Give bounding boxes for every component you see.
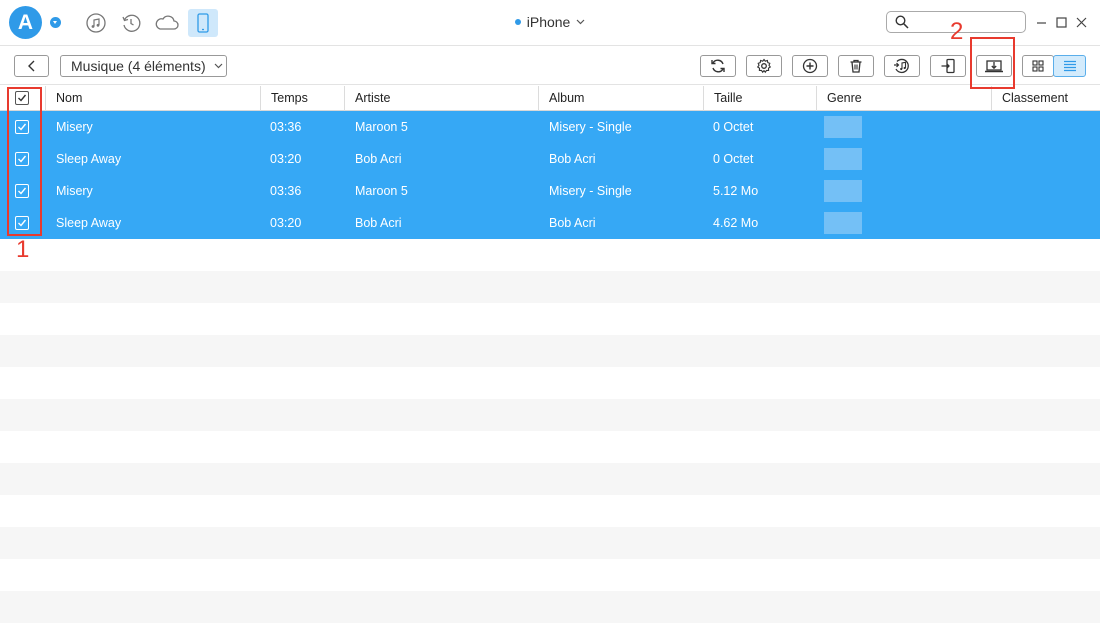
chevron-left-icon bbox=[27, 60, 34, 72]
cell-genre-redacted bbox=[824, 148, 862, 170]
empty-row bbox=[0, 463, 1100, 495]
empty-row bbox=[0, 399, 1100, 431]
category-dropdown[interactable]: Musique (4 éléments) bbox=[60, 55, 227, 77]
column-header-genre[interactable]: Genre bbox=[816, 86, 991, 111]
device-selector[interactable]: iPhone bbox=[514, 14, 585, 30]
minimize-icon[interactable] bbox=[1034, 14, 1048, 30]
column-header-album[interactable]: Album bbox=[538, 86, 703, 111]
table-header: Nom Temps Artiste Album Taille Genre Cla… bbox=[0, 86, 1100, 111]
cell-name: Misery bbox=[56, 184, 93, 198]
cell-genre-redacted bbox=[824, 212, 862, 234]
cell-genre-redacted bbox=[824, 180, 862, 202]
column-header-time[interactable]: Temps bbox=[260, 86, 344, 111]
back-button[interactable] bbox=[14, 55, 49, 77]
cell-album: Misery - Single bbox=[549, 184, 632, 198]
cell-size: 0 Octet bbox=[713, 120, 754, 134]
cell-time: 03:36 bbox=[270, 184, 302, 198]
toolbar: Musique (4 éléments) bbox=[0, 47, 1100, 85]
add-icon bbox=[802, 58, 818, 74]
table-row[interactable]: Misery 03:36 Maroon 5 Misery - Single 0 … bbox=[0, 111, 1100, 143]
app-menu-caret-icon[interactable] bbox=[50, 17, 61, 28]
app-logo[interactable]: A bbox=[9, 6, 42, 39]
grid-view-icon bbox=[1032, 60, 1044, 72]
cell-size: 0 Octet bbox=[713, 152, 754, 166]
annotation-label-2: 2 bbox=[950, 18, 964, 45]
empty-row bbox=[0, 495, 1100, 527]
empty-row bbox=[0, 559, 1100, 591]
empty-row bbox=[0, 335, 1100, 367]
cell-time: 03:36 bbox=[270, 120, 302, 134]
refresh-icon bbox=[711, 59, 725, 73]
history-icon[interactable] bbox=[116, 9, 146, 37]
table-row[interactable]: Sleep Away 03:20 Bob Acri Bob Acri 4.62 … bbox=[0, 207, 1100, 239]
cell-name: Sleep Away bbox=[56, 216, 122, 230]
chevron-down-icon bbox=[214, 63, 222, 69]
annotation-box-1 bbox=[7, 87, 42, 236]
refresh-button[interactable] bbox=[700, 55, 736, 77]
itunes-icon[interactable] bbox=[81, 9, 111, 37]
table-row[interactable]: Misery 03:36 Maroon 5 Misery - Single 5.… bbox=[0, 175, 1100, 207]
cell-name: Misery bbox=[56, 120, 93, 134]
column-header-size[interactable]: Taille bbox=[703, 86, 816, 111]
cell-name: Sleep Away bbox=[56, 152, 122, 166]
table-row[interactable]: Sleep Away 03:20 Bob Acri Bob Acri 0 Oct… bbox=[0, 143, 1100, 175]
column-header-artist[interactable]: Artiste bbox=[344, 86, 538, 111]
cell-time: 03:20 bbox=[270, 216, 302, 230]
app-logo-letter: A bbox=[17, 11, 34, 34]
settings-button[interactable] bbox=[746, 55, 782, 77]
empty-row bbox=[0, 239, 1100, 271]
device-status-dot bbox=[514, 19, 521, 25]
empty-row bbox=[0, 623, 1100, 640]
empty-row bbox=[0, 431, 1100, 463]
close-icon[interactable] bbox=[1074, 14, 1088, 30]
category-label: Musique (4 éléments) bbox=[71, 58, 206, 74]
cell-artist: Bob Acri bbox=[355, 152, 402, 166]
cell-artist: Maroon 5 bbox=[355, 120, 408, 134]
annotation-label-1: 1 bbox=[16, 236, 30, 263]
icloud-icon[interactable] bbox=[152, 9, 182, 37]
annotation-box-2 bbox=[970, 37, 1015, 89]
to-itunes-icon bbox=[894, 58, 909, 74]
grid-view-button[interactable] bbox=[1022, 55, 1054, 77]
cell-size: 5.12 Mo bbox=[713, 184, 759, 198]
column-header-rating[interactable]: Classement bbox=[991, 86, 1100, 111]
empty-row bbox=[0, 303, 1100, 335]
empty-row bbox=[0, 591, 1100, 623]
search-icon bbox=[895, 15, 909, 29]
device-name: iPhone bbox=[526, 14, 571, 30]
maximize-icon[interactable] bbox=[1054, 14, 1068, 30]
cell-album: Bob Acri bbox=[549, 216, 596, 230]
add-button[interactable] bbox=[792, 55, 828, 77]
empty-row bbox=[0, 367, 1100, 399]
cell-time: 03:20 bbox=[270, 152, 302, 166]
empty-row bbox=[0, 271, 1100, 303]
list-view-button[interactable] bbox=[1053, 55, 1086, 77]
empty-row bbox=[0, 527, 1100, 559]
to-itunes-button[interactable] bbox=[884, 55, 920, 77]
column-header-name[interactable]: Nom bbox=[45, 86, 260, 111]
cell-genre-redacted bbox=[824, 116, 862, 138]
list-view-icon bbox=[1063, 60, 1076, 72]
to-device-button[interactable] bbox=[930, 55, 966, 77]
cell-album: Bob Acri bbox=[549, 152, 596, 166]
cell-size: 4.62 Mo bbox=[713, 216, 759, 230]
to-device-icon bbox=[941, 58, 955, 74]
delete-icon bbox=[850, 59, 862, 73]
cell-artist: Maroon 5 bbox=[355, 184, 408, 198]
delete-button[interactable] bbox=[838, 55, 874, 77]
chevron-down-icon bbox=[576, 19, 585, 25]
settings-icon bbox=[756, 58, 772, 74]
title-bar: A iPhone bbox=[0, 0, 1100, 46]
cell-artist: Bob Acri bbox=[355, 216, 402, 230]
device-icon[interactable] bbox=[188, 9, 218, 37]
cell-album: Misery - Single bbox=[549, 120, 632, 134]
